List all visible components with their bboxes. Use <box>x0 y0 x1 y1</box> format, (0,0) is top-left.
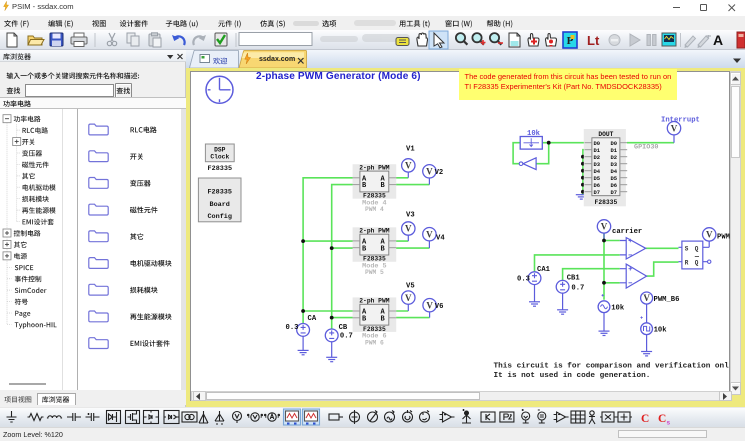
svg-text:2-ph PWM: 2-ph PWM <box>359 227 389 234</box>
svg-text:V: V <box>426 167 433 177</box>
svg-text:2-ph PWM: 2-ph PWM <box>359 164 389 171</box>
svg-text:V: V <box>671 123 678 133</box>
svg-text:D2: D2 <box>594 154 601 161</box>
svg-text:Q: Q <box>695 260 699 267</box>
svg-text:V: V <box>405 224 412 234</box>
svg-text:V: V <box>405 293 412 303</box>
svg-text:10k: 10k <box>611 305 625 313</box>
svg-text:2-ph PWM: 2-ph PWM <box>359 298 389 305</box>
svg-text:F28335: F28335 <box>595 199 618 206</box>
svg-text:D3: D3 <box>611 161 618 168</box>
svg-text:GPIO30: GPIO30 <box>634 143 658 151</box>
svg-text:V2: V2 <box>435 169 444 177</box>
svg-text:S: S <box>685 245 689 252</box>
svg-text:A: A <box>713 32 723 48</box>
svg-text:V3: V3 <box>406 212 415 220</box>
svg-text:Interrupt: Interrupt <box>661 117 700 125</box>
svg-text:10k: 10k <box>527 130 541 138</box>
svg-text:V: V <box>706 230 713 240</box>
svg-text:It is not used in code generat: It is not used in code generation. <box>494 372 651 380</box>
svg-text:Clock: Clock <box>210 154 229 161</box>
svg-text:D7: D7 <box>611 189 618 196</box>
svg-text:D3: D3 <box>594 161 601 168</box>
svg-text:D4: D4 <box>611 168 618 175</box>
svg-text:PWM_B6: PWM_B6 <box>654 296 680 304</box>
svg-text:D1: D1 <box>611 147 618 154</box>
svg-text:D1: D1 <box>594 147 601 154</box>
svg-text:D4: D4 <box>594 168 601 175</box>
svg-text:V: V <box>643 293 650 303</box>
svg-text:D7: D7 <box>594 189 601 196</box>
svg-text:Config: Config <box>207 213 231 221</box>
svg-text:R: R <box>685 260 689 267</box>
svg-text:V4: V4 <box>436 235 445 243</box>
svg-text:V: V <box>426 229 433 239</box>
svg-text:V1: V1 <box>406 146 415 154</box>
svg-text:D5: D5 <box>611 175 618 182</box>
svg-text:Board: Board <box>209 201 229 209</box>
svg-text:DSP: DSP <box>214 147 226 154</box>
svg-text:Q: Q <box>695 245 699 252</box>
svg-text:PWM 5: PWM 5 <box>365 269 384 276</box>
svg-text:F28335: F28335 <box>207 189 231 197</box>
svg-text:V: V <box>405 161 412 171</box>
svg-text:PWM: PWM <box>717 233 730 241</box>
svg-text:PWM 6: PWM 6 <box>365 339 384 346</box>
svg-text:This circuit is for comparison: This circuit is for comparison and verif… <box>494 362 730 370</box>
svg-text:V: V <box>426 300 433 310</box>
svg-text:CA: CA <box>308 315 317 323</box>
svg-text:CB: CB <box>339 324 348 332</box>
svg-text:PWM 4: PWM 4 <box>365 206 384 213</box>
svg-text:0.7: 0.7 <box>340 333 353 341</box>
svg-text:0.3: 0.3 <box>286 324 299 332</box>
svg-text:D5: D5 <box>594 175 601 182</box>
svg-text:V5: V5 <box>406 283 415 291</box>
svg-text:F28335: F28335 <box>208 165 232 173</box>
svg-text:V: V <box>601 222 608 232</box>
svg-text:CB1: CB1 <box>567 275 581 283</box>
svg-text:D0: D0 <box>611 140 618 147</box>
svg-text:10k: 10k <box>654 327 668 335</box>
svg-text:D0: D0 <box>594 140 601 147</box>
svg-text:C: C <box>658 413 666 425</box>
svg-text:D6: D6 <box>594 182 601 189</box>
svg-text:D2: D2 <box>611 154 618 161</box>
svg-text:0.7: 0.7 <box>571 284 584 292</box>
svg-text:carrier: carrier <box>612 228 642 236</box>
svg-text:0.3: 0.3 <box>517 276 530 284</box>
svg-text:V6: V6 <box>435 303 444 311</box>
svg-text:C: C <box>641 413 649 425</box>
svg-text:s: s <box>667 420 671 427</box>
svg-text:D6: D6 <box>611 182 618 189</box>
svg-text:CA1: CA1 <box>537 266 551 274</box>
svg-text:Lt: Lt <box>587 33 600 48</box>
svg-text:DOUT: DOUT <box>598 131 613 138</box>
